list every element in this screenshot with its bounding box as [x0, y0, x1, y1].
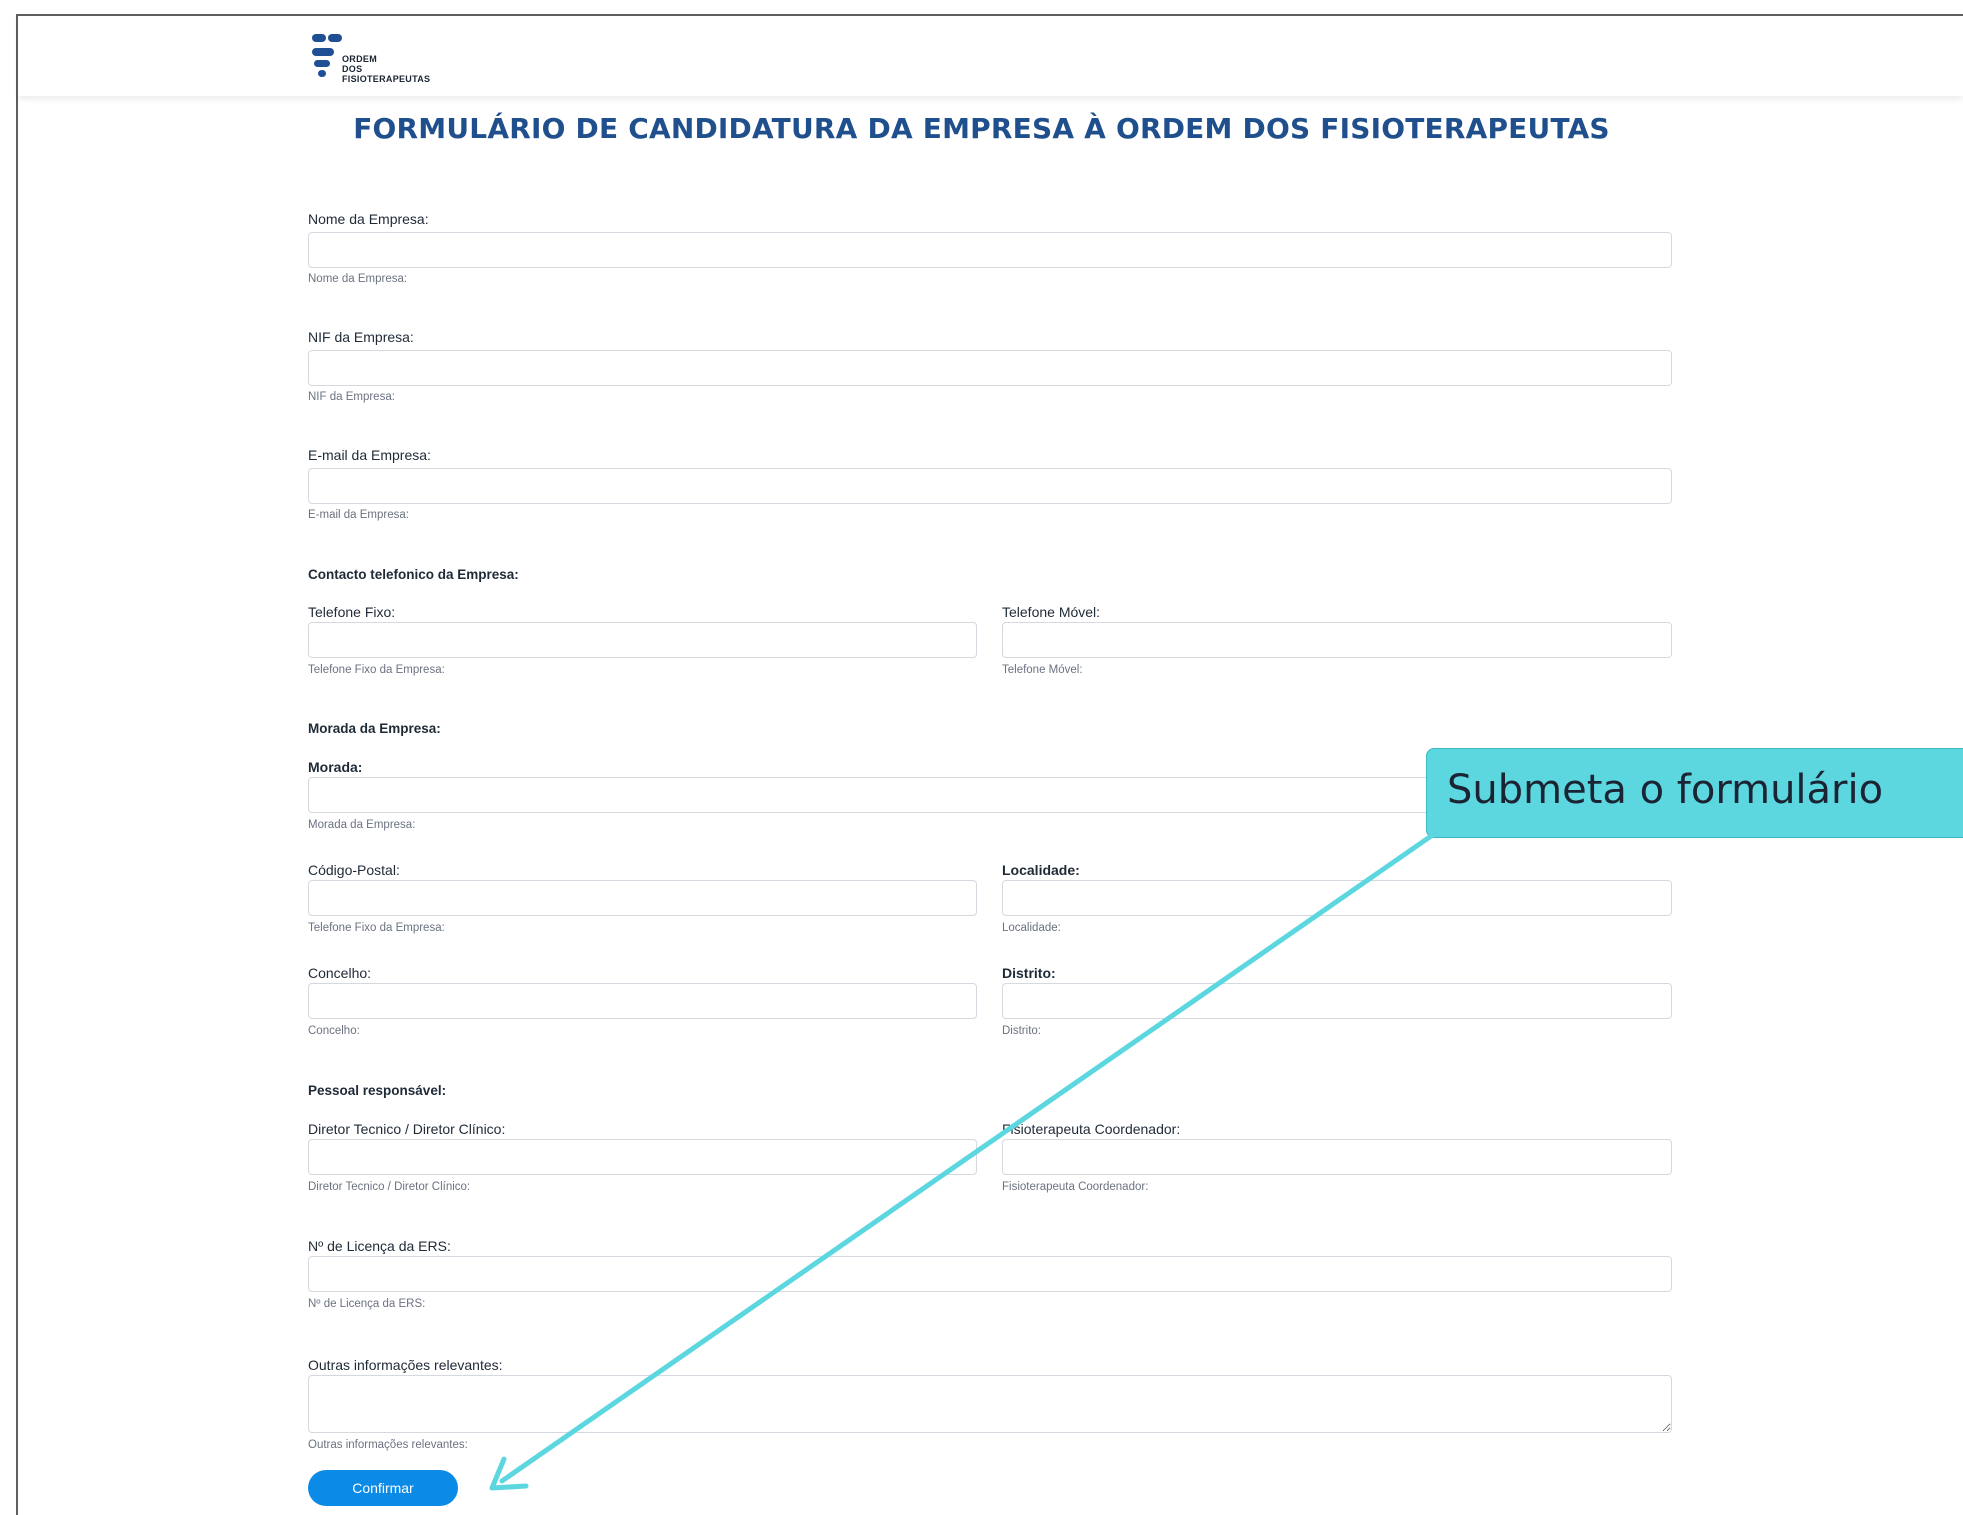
nome-empresa-help: Nome da Empresa:: [308, 273, 408, 285]
tutorial-callout: Submeta o formulário: [1426, 748, 1963, 838]
nif-empresa-label: NIF da Empresa:: [308, 329, 414, 345]
nif-empresa-input[interactable]: [308, 350, 1672, 386]
distrito-help: Distrito:: [1002, 1025, 1041, 1037]
codigo-postal-label: Código-Postal:: [308, 862, 400, 878]
concelho-input[interactable]: [308, 983, 977, 1019]
fisioterapeuta-help: Fisioterapeuta Coordenador:: [1002, 1181, 1149, 1193]
contacto-section-heading: Contacto telefonico da Empresa:: [308, 567, 519, 582]
diretor-help: Diretor Tecnico / Diretor Clínico:: [308, 1181, 471, 1193]
morada-label: Morada:: [308, 759, 363, 775]
licenca-ers-help: Nº de Licença da ERS:: [308, 1298, 426, 1310]
fisioterapeuta-label: Fisioterapeuta Coordenador:: [1002, 1121, 1181, 1137]
fisioterapeuta-input[interactable]: [1002, 1139, 1672, 1175]
diretor-label: Diretor Tecnico / Diretor Clínico:: [308, 1121, 506, 1137]
nome-empresa-label: Nome da Empresa:: [308, 211, 429, 227]
email-empresa-input[interactable]: [308, 468, 1672, 504]
concelho-help: Concelho:: [308, 1025, 360, 1037]
distrito-label: Distrito:: [1002, 965, 1056, 981]
distrito-input[interactable]: [1002, 983, 1672, 1019]
localidade-input[interactable]: [1002, 880, 1672, 916]
telefone-fixo-input[interactable]: [308, 622, 977, 658]
telefone-movel-help: Telefone Móvel:: [1002, 664, 1083, 676]
nif-empresa-help: NIF da Empresa:: [308, 391, 395, 403]
morada-section-heading: Morada da Empresa:: [308, 721, 441, 736]
telefone-fixo-label: Telefone Fixo:: [308, 604, 396, 620]
morada-help: Morada da Empresa:: [308, 819, 416, 831]
licenca-ers-input[interactable]: [308, 1256, 1672, 1292]
telefone-movel-label: Telefone Móvel:: [1002, 604, 1101, 620]
email-empresa-help: E-mail da Empresa:: [308, 509, 409, 521]
outras-info-help: Outras informações relevantes:: [308, 1439, 468, 1451]
outras-info-label: Outras informações relevantes:: [308, 1357, 503, 1373]
localidade-help: Localidade:: [1002, 922, 1061, 934]
confirm-button[interactable]: Confirmar: [308, 1470, 458, 1506]
codigo-postal-input[interactable]: [308, 880, 977, 916]
callout-text: Submeta o formulário: [1447, 767, 1884, 813]
localidade-label: Localidade:: [1002, 862, 1080, 878]
outras-info-textarea[interactable]: [308, 1375, 1672, 1433]
licenca-ers-label: Nº de Licença da ERS:: [308, 1238, 451, 1254]
telefone-movel-input[interactable]: [1002, 622, 1672, 658]
email-empresa-label: E-mail da Empresa:: [308, 447, 431, 463]
concelho-label: Concelho:: [308, 965, 372, 981]
nome-empresa-input[interactable]: [308, 232, 1672, 268]
pessoal-section-heading: Pessoal responsável:: [308, 1083, 447, 1098]
telefone-fixo-help: Telefone Fixo da Empresa:: [308, 664, 445, 676]
codigo-postal-help: Telefone Fixo da Empresa:: [308, 922, 445, 934]
diretor-input[interactable]: [308, 1139, 977, 1175]
